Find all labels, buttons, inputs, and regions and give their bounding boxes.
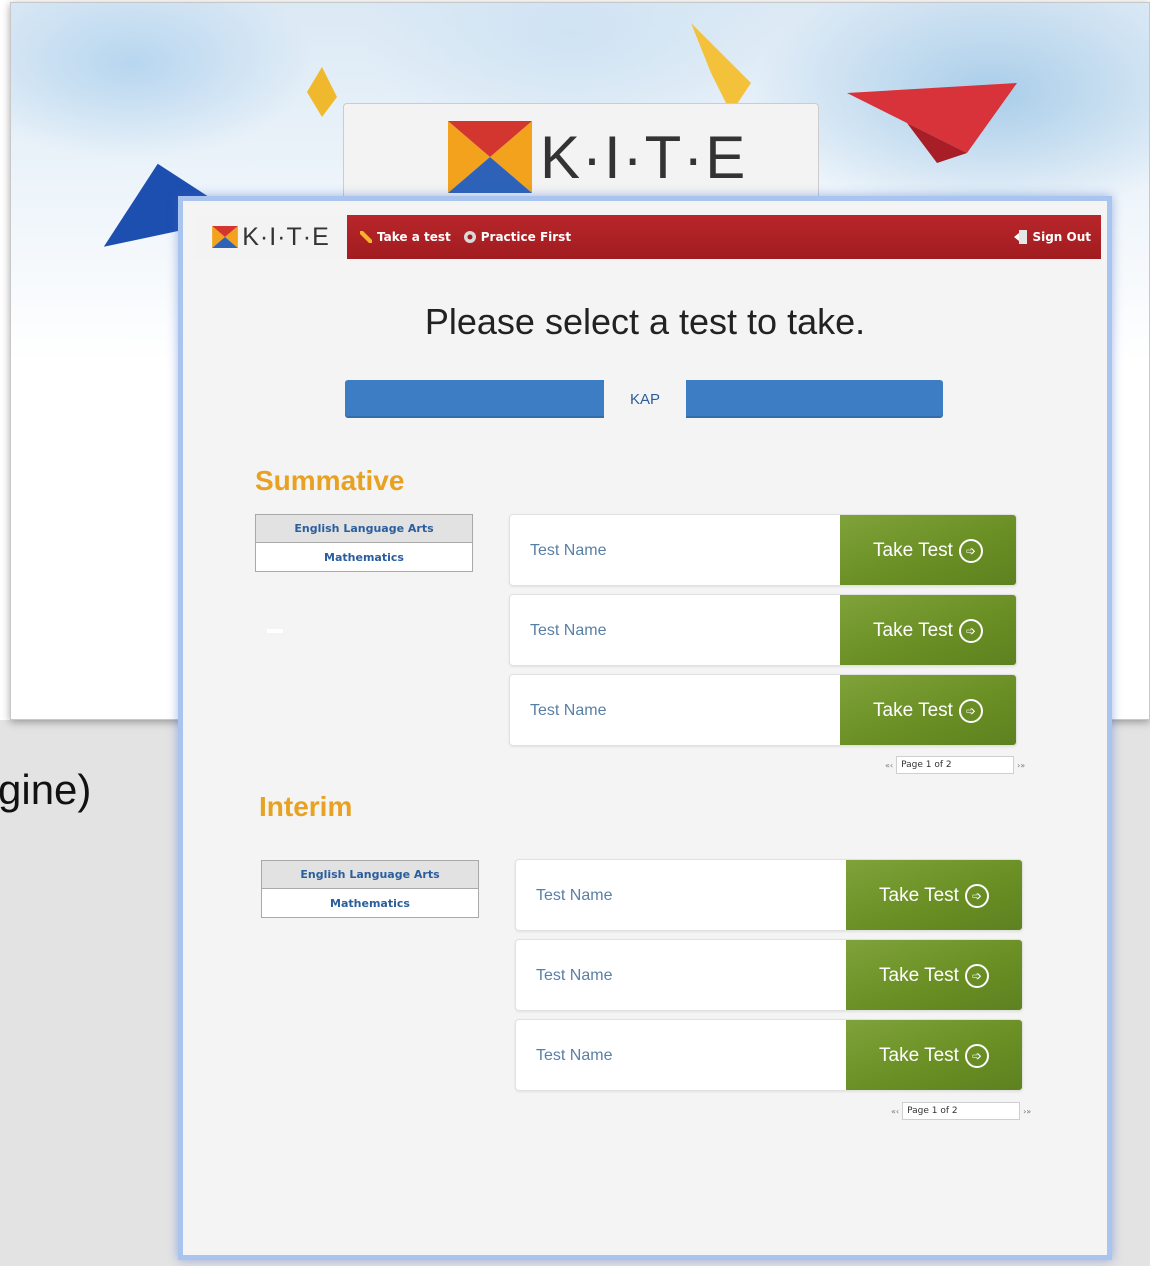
arrow-right-icon: ➩	[958, 619, 983, 643]
tab-kap[interactable]: KAP	[604, 380, 686, 418]
arrow-right-icon: ➩	[958, 539, 983, 563]
background-kite-logo: K·I·T·E	[448, 121, 747, 193]
subject-mathematics[interactable]: Mathematics	[256, 543, 472, 571]
nav-take-a-test-label: Take a test	[377, 230, 451, 244]
test-row: Test Name Take Test ➩	[515, 859, 1023, 931]
kite-logo-icon	[448, 121, 532, 193]
take-test-label: Take Test	[879, 885, 959, 906]
take-test-label: Take Test	[879, 965, 959, 986]
small-yellow-kite-graphic	[307, 67, 337, 117]
arrow-right-icon: ➩	[964, 964, 989, 988]
take-test-button[interactable]: Take Test ➩	[840, 595, 1016, 665]
top-navigation-bar: K·I·T·E Take a test Practice First Sign …	[195, 215, 1101, 259]
take-test-label: Take Test	[879, 1045, 959, 1066]
summative-subject-list: English Language Arts Mathematics	[255, 514, 473, 572]
subject-mathematics[interactable]: Mathematics	[262, 889, 478, 917]
page-title: Please select a test to take.	[424, 301, 866, 342]
brand-text: K·I·T·E	[242, 222, 330, 251]
take-test-button[interactable]: Take Test ➩	[846, 1020, 1022, 1090]
kite-app-window: K·I·T·E Take a test Practice First Sign …	[178, 196, 1112, 1260]
interim-section-title: Interim	[259, 791, 353, 822]
interim-pager: «‹ Page 1 of 2 ›»	[891, 1102, 1031, 1120]
test-row: Test Name Take Test ➩	[515, 939, 1023, 1011]
take-test-button[interactable]: Take Test ➩	[846, 860, 1022, 930]
test-name: Test Name	[536, 967, 613, 984]
sign-out-button[interactable]: Sign Out	[1014, 229, 1091, 245]
program-tab-bar: KAP	[345, 380, 943, 418]
pencil-icon	[360, 231, 372, 243]
test-name: Test Name	[530, 622, 607, 639]
test-row: Test Name Take Test ➩	[515, 1019, 1023, 1091]
pager-next-button[interactable]: ›»	[1017, 761, 1025, 770]
sign-out-label: Sign Out	[1032, 230, 1091, 244]
yellow-kite-graphic	[691, 23, 751, 113]
subject-english-language-arts[interactable]: English Language Arts	[262, 861, 478, 889]
take-test-button[interactable]: Take Test ➩	[846, 940, 1022, 1010]
test-row: Test Name Take Test ➩	[509, 674, 1017, 746]
red-kite-graphic	[847, 83, 1017, 163]
take-test-label: Take Test	[873, 540, 953, 561]
pager-next-button[interactable]: ›»	[1023, 1107, 1031, 1116]
test-name: Test Name	[530, 702, 607, 719]
arrow-right-icon: ➩	[964, 884, 989, 908]
slide-caption-fragment: gine)	[0, 766, 92, 813]
test-row: Test Name Take Test ➩	[509, 514, 1017, 586]
nav-practice-first[interactable]: Practice First	[463, 230, 571, 244]
take-test-button[interactable]: Take Test ➩	[840, 515, 1016, 585]
interim-subject-list: English Language Arts Mathematics	[261, 860, 479, 918]
nav-practice-first-label: Practice First	[480, 230, 572, 244]
arrow-right-icon: ➩	[958, 699, 983, 723]
arrow-right-icon: ➩	[964, 1044, 989, 1068]
gear-icon	[463, 231, 476, 243]
test-name: Test Name	[536, 887, 613, 904]
nav-take-a-test[interactable]: Take a test	[359, 230, 451, 244]
kite-logo-icon	[212, 226, 239, 248]
take-test-label: Take Test	[873, 620, 953, 641]
pager-prev-button[interactable]: «‹	[885, 761, 893, 770]
test-name: Test Name	[530, 542, 607, 559]
divider	[267, 629, 283, 633]
summative-pager: «‹ Page 1 of 2 ›»	[885, 756, 1025, 774]
summative-section-title: Summative	[255, 465, 405, 496]
background-logo-text: K·I·T·E	[540, 123, 748, 191]
pager-prev-button[interactable]: «‹	[891, 1107, 899, 1116]
page-number-input[interactable]: Page 1 of 2	[896, 756, 1015, 774]
kite-brand[interactable]: K·I·T·E	[195, 215, 347, 259]
take-test-label: Take Test	[873, 700, 953, 721]
subject-english-language-arts[interactable]: English Language Arts	[256, 515, 472, 543]
test-name: Test Name	[536, 1047, 613, 1064]
take-test-button[interactable]: Take Test ➩	[840, 675, 1016, 745]
test-row: Test Name Take Test ➩	[509, 594, 1017, 666]
page-number-input[interactable]: Page 1 of 2	[902, 1102, 1021, 1120]
sign-out-icon	[1014, 230, 1028, 244]
